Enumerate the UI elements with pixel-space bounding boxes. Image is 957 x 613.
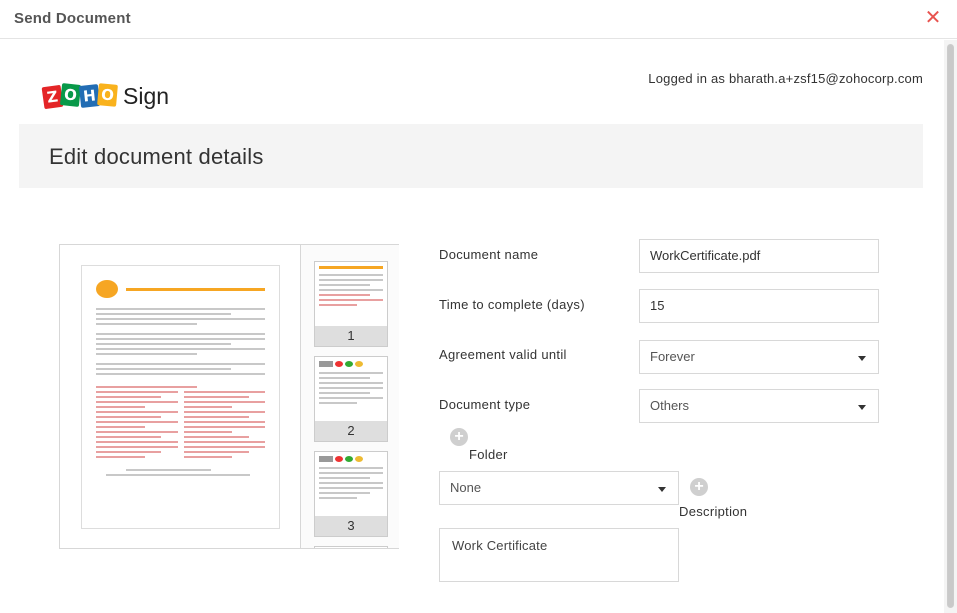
logged-in-user: Logged in as bharath.a+zsf15@zohocorp.co…: [648, 71, 923, 86]
description-textarea[interactable]: Work Certificate: [439, 528, 679, 582]
document-name-label: Document name: [439, 247, 539, 262]
time-to-complete-input[interactable]: 15: [639, 289, 879, 323]
thumbnail-page-number: 1: [315, 326, 387, 346]
description-label: Description: [679, 504, 748, 519]
thumbnail-page-number: 3: [315, 516, 387, 536]
page-thumbnails: 1 2 3: [300, 245, 399, 548]
time-to-complete-label: Time to complete (days): [439, 297, 585, 312]
scrollbar-thumb[interactable]: [947, 44, 954, 608]
thumbnail-image: [319, 266, 383, 324]
document-name-input[interactable]: WorkCertificate.pdf: [639, 239, 879, 273]
document-type-label: Document type: [439, 397, 531, 412]
document-preview: 1 2 3: [59, 244, 399, 549]
thumbnail-image: [319, 361, 383, 419]
close-icon[interactable]: ✕: [924, 8, 942, 28]
page-thumbnail-3[interactable]: 3: [314, 451, 388, 537]
folder-select[interactable]: None: [439, 471, 679, 505]
page-header: Edit document details: [19, 124, 923, 188]
document-type-select[interactable]: Others: [639, 389, 879, 423]
folder-label: Folder: [469, 447, 508, 462]
thumbnail-image: [319, 456, 383, 514]
chevron-down-icon: [658, 487, 666, 492]
page-thumbnail-partial[interactable]: [314, 546, 388, 548]
chevron-down-icon: [858, 356, 866, 361]
logo-letter-o: O: [59, 83, 82, 107]
add-description-icon[interactable]: +: [690, 478, 708, 496]
dialog-title: Send Document: [14, 10, 131, 27]
agreement-valid-select[interactable]: Forever: [639, 340, 879, 374]
chevron-down-icon: [858, 405, 866, 410]
document-type-value: Others: [650, 398, 690, 413]
thumbnail-page-number: 2: [315, 421, 387, 441]
document-page-preview: [81, 265, 280, 529]
add-folder-icon[interactable]: +: [450, 428, 468, 446]
page-title: Edit document details: [49, 144, 264, 169]
page-thumbnail-1[interactable]: 1: [314, 261, 388, 347]
dialog-header: Send Document ✕: [0, 0, 957, 39]
agreement-valid-label: Agreement valid until: [439, 347, 567, 362]
page-thumbnail-2[interactable]: 2: [314, 356, 388, 442]
logo-letter-o2: O: [97, 83, 118, 107]
agreement-valid-value: Forever: [650, 349, 695, 364]
logo-product-name: Sign: [123, 83, 170, 109]
scrollbar[interactable]: [944, 40, 957, 613]
folder-value: None: [450, 480, 482, 495]
